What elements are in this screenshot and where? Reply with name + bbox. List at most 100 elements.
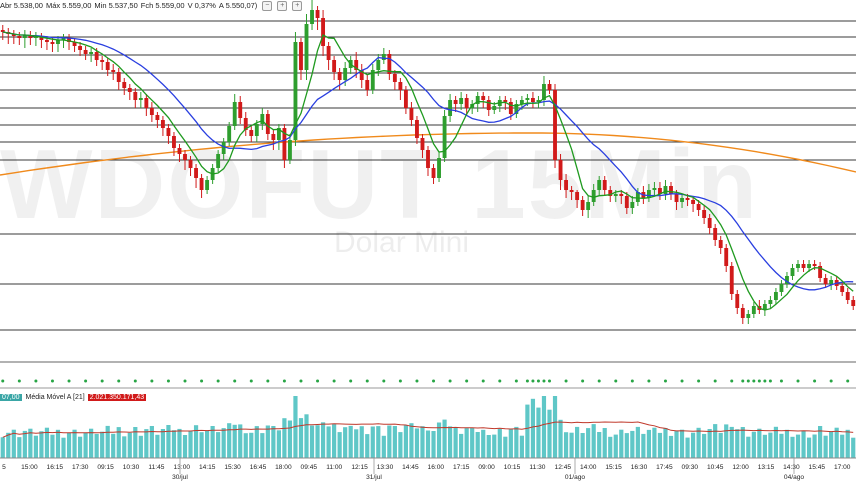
volume-bar xyxy=(83,432,88,458)
date-label: 31/jul xyxy=(366,474,382,481)
volume-bar xyxy=(315,425,320,458)
volume-bar xyxy=(155,434,160,458)
candle-body xyxy=(663,186,668,194)
expand-button[interactable]: + xyxy=(277,0,288,11)
open-label: Abr 5.538,00 xyxy=(0,1,43,10)
time-label: 12:45 xyxy=(555,464,572,471)
candle-body xyxy=(321,18,326,46)
volume-bar xyxy=(453,427,458,458)
signal-dot xyxy=(183,379,187,383)
candle-body xyxy=(790,268,795,276)
candle-body xyxy=(796,264,800,268)
high-label: Máx 5.559,00 xyxy=(45,1,92,10)
candle-body xyxy=(630,202,635,208)
volume-bars xyxy=(0,396,856,458)
candle-body xyxy=(547,84,552,90)
volume-bar xyxy=(127,432,132,458)
volume-bar xyxy=(724,424,729,458)
candle-body xyxy=(696,204,701,210)
candle-body xyxy=(89,52,94,54)
signal-dot xyxy=(531,379,535,383)
add-button[interactable]: + xyxy=(292,0,303,11)
signal-dot xyxy=(498,379,502,383)
time-label: 17:15 xyxy=(453,464,470,471)
volume-bar xyxy=(55,429,61,458)
collapse-button[interactable]: − xyxy=(262,0,273,11)
signal-dot xyxy=(233,379,237,383)
volume-bar xyxy=(757,428,762,458)
signal-dot xyxy=(547,379,551,383)
signal-dot xyxy=(166,379,170,383)
volume-bar xyxy=(768,432,773,458)
volume-bar xyxy=(840,434,845,458)
time-label: 12:00 xyxy=(732,464,749,471)
volume-bar xyxy=(387,425,392,458)
candle-body xyxy=(845,292,850,300)
volume-bar xyxy=(713,424,718,458)
time-label: 13:30 xyxy=(377,464,394,471)
signal-dot xyxy=(50,379,54,383)
candle-body xyxy=(111,70,116,72)
time-label: 16:15 xyxy=(47,464,64,471)
candle-body xyxy=(652,188,657,190)
candle-body xyxy=(227,126,232,142)
candle-body xyxy=(481,96,486,100)
volume-bar xyxy=(668,435,674,458)
candle-body xyxy=(205,180,210,190)
candle-body xyxy=(713,228,718,240)
volume-bar xyxy=(497,428,502,458)
signal-dot xyxy=(763,379,767,383)
volume-bar xyxy=(541,396,547,458)
candle-body xyxy=(188,160,193,168)
signal-dot xyxy=(100,379,104,383)
volume-bar xyxy=(442,419,447,458)
volume-bar xyxy=(613,434,618,458)
signal-dot xyxy=(581,379,585,383)
volume-bar xyxy=(381,435,386,458)
volume-bar xyxy=(801,430,806,458)
candle-body xyxy=(437,158,441,178)
volume-bar xyxy=(282,418,287,458)
volume-bar xyxy=(580,433,585,458)
volume-bar xyxy=(740,427,745,458)
volume-bar xyxy=(685,437,690,458)
time-label: 17:00 xyxy=(834,464,851,471)
candle-body xyxy=(310,10,314,24)
candle-body xyxy=(569,190,574,192)
volume-bar xyxy=(630,430,635,458)
volume-bar xyxy=(94,433,99,458)
volume-bar xyxy=(392,426,397,458)
candle-body xyxy=(177,148,182,154)
price-chart[interactable]: WDOFUT 15Min Dolar Mini 5 15:00 16:15 17:30… xyxy=(0,0,856,481)
candle-body xyxy=(464,98,469,108)
volume-bar xyxy=(326,426,331,458)
candle-body xyxy=(486,100,491,110)
volume-bar xyxy=(690,432,696,458)
time-label: 09:45 xyxy=(301,464,318,471)
signal-dot xyxy=(697,379,701,383)
volume-bar xyxy=(508,429,513,458)
candle-body xyxy=(685,198,690,200)
volume-bar xyxy=(806,437,812,458)
volume-bar xyxy=(597,432,602,458)
volume-bar xyxy=(122,436,127,458)
signal-dot xyxy=(829,379,833,383)
average-label: A 5.550,07) xyxy=(218,1,258,10)
time-label: 10:30 xyxy=(123,464,140,471)
candle-body xyxy=(326,46,331,60)
volume-bar xyxy=(249,432,254,458)
volume-bar xyxy=(50,434,55,458)
candle-body xyxy=(83,50,88,54)
candle-body xyxy=(17,36,22,38)
candle-body xyxy=(492,106,497,110)
signal-dot xyxy=(779,379,783,383)
time-label: 15:15 xyxy=(605,464,622,471)
signal-dot xyxy=(282,379,286,383)
candle-body xyxy=(602,180,607,190)
volume-bar xyxy=(812,434,817,458)
low-label: Min 5.537,50 xyxy=(94,1,138,10)
variation-label: V 0,37% xyxy=(187,1,216,10)
time-axis: 5 15:00 16:15 17:30 09:15 10:30 11:45 13:00 14:1… xyxy=(2,458,851,481)
candle-body xyxy=(304,24,309,70)
candle-body xyxy=(707,218,712,228)
